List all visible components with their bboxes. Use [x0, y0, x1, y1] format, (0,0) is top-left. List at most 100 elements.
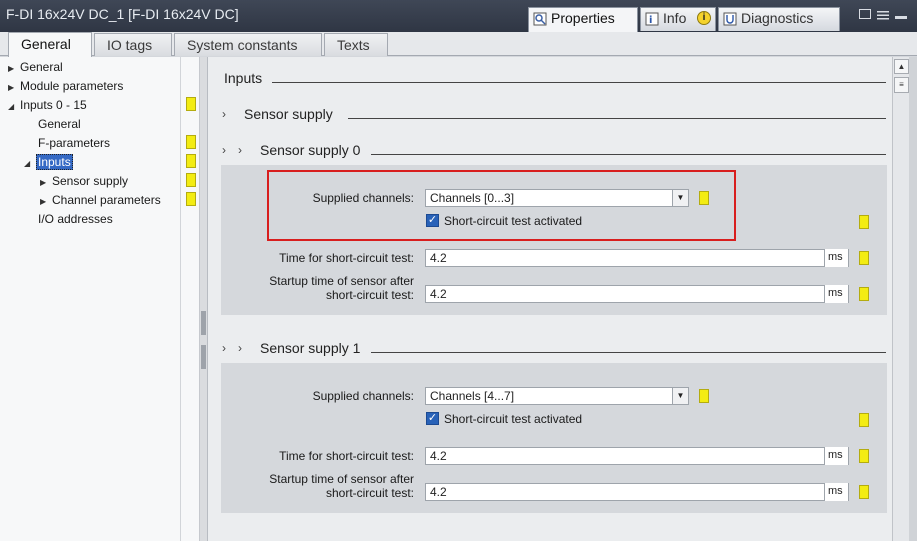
- startup-time-label-line1: Startup time of sensor after: [269, 472, 414, 486]
- startup-time-value: 4.2: [430, 485, 447, 499]
- short-circuit-test-checkbox[interactable]: ✓: [426, 214, 439, 227]
- tree-item-label: Channel parameters: [52, 193, 161, 207]
- collapse-arrow-icon[interactable]: ◢: [24, 155, 36, 173]
- splitter-grip-icon[interactable]: [201, 345, 206, 369]
- splitter-grip-icon[interactable]: [201, 311, 206, 335]
- status-marker: [186, 135, 196, 149]
- chevron-right-icon[interactable]: ›: [222, 341, 226, 355]
- supplied-channels-select[interactable]: Channels [0...3] ▼: [425, 189, 689, 207]
- minimize-icon[interactable]: [895, 16, 907, 19]
- time-short-circuit-value: 4.2: [430, 251, 447, 265]
- inputs-heading: Inputs: [224, 70, 263, 86]
- svg-text:i: i: [649, 15, 652, 26]
- expand-arrow-icon[interactable]: ▶: [8, 60, 20, 78]
- time-short-circuit-input[interactable]: 4.2 ms: [425, 249, 849, 267]
- tree-item-label: General: [38, 117, 81, 131]
- time-short-circuit-label: Time for short-circuit test:: [279, 449, 414, 463]
- info-icon: i: [645, 12, 659, 26]
- menu-icon[interactable]: [877, 9, 889, 20]
- sensor-supply-heading[interactable]: Sensor supply: [244, 106, 333, 122]
- tree-item-label: General: [20, 60, 63, 74]
- scroll-thumb[interactable]: ≡: [894, 77, 909, 93]
- expand-arrow-icon[interactable]: ▶: [40, 193, 52, 211]
- tree-item-general[interactable]: ▶ General: [8, 58, 63, 76]
- navigation-tree: ▶ General ▶ Module parameters ◢ Inputs 0 - …: [0, 57, 200, 541]
- tab-system-constants[interactable]: System constants: [174, 33, 322, 56]
- tree-item-label: Sensor supply: [52, 174, 129, 188]
- startup-time-label: Startup time of sensor after short-circu…: [221, 274, 414, 302]
- expand-arrow-icon[interactable]: ▶: [8, 79, 20, 97]
- startup-time-label-line2: short-circuit test:: [325, 486, 414, 500]
- collapse-arrow-icon[interactable]: ◢: [8, 98, 20, 116]
- status-marker: [859, 413, 869, 427]
- status-marker: [186, 97, 196, 111]
- status-marker: [186, 173, 196, 187]
- tree-item-label: I/O addresses: [38, 212, 113, 226]
- diagnostics-icon: [723, 12, 737, 26]
- startup-time-input[interactable]: 4.2 ms: [425, 285, 849, 303]
- sensor-supply-1-panel: Supplied channels: Channels [4...7] ▼ ✓ …: [221, 363, 887, 513]
- divider: [371, 154, 886, 155]
- status-marker: [859, 485, 869, 499]
- unit-label: ms: [824, 285, 848, 303]
- vertical-scrollbar[interactable]: ▲ ≡: [892, 57, 909, 541]
- tree-item-inputs-general[interactable]: General: [38, 115, 81, 133]
- tree-item-label: Inputs: [36, 154, 73, 170]
- tab-properties-label: Properties: [551, 10, 615, 26]
- status-marker: [186, 154, 196, 168]
- tree-item-inputs[interactable]: ◢ Inputs: [24, 153, 73, 171]
- time-short-circuit-value: 4.2: [430, 449, 447, 463]
- time-short-circuit-input[interactable]: 4.2 ms: [425, 447, 849, 465]
- tree-item-module-parameters[interactable]: ▶ Module parameters: [8, 77, 123, 95]
- splitter[interactable]: [200, 57, 208, 541]
- tab-general[interactable]: General: [8, 32, 92, 57]
- chevron-down-icon[interactable]: ▼: [672, 190, 688, 206]
- short-circuit-test-checkbox[interactable]: ✓: [426, 412, 439, 425]
- supplied-channels-label: Supplied channels:: [312, 191, 414, 205]
- status-marker: [859, 251, 869, 265]
- supplied-channels-label: Supplied channels:: [312, 389, 414, 403]
- tree-item-channel-parameters[interactable]: ▶ Channel parameters: [40, 191, 161, 209]
- status-marker: [699, 389, 709, 403]
- status-marker: [699, 191, 709, 205]
- startup-time-input[interactable]: 4.2 ms: [425, 483, 849, 501]
- unit-label: ms: [824, 447, 848, 465]
- restore-window-icon[interactable]: [859, 9, 871, 19]
- tab-diagnostics-label: Diagnostics: [741, 10, 814, 26]
- sensor-supply-0-panel: Supplied channels: Channels [0...3] ▼ ✓ …: [221, 165, 887, 315]
- tree-item-sensor-supply[interactable]: ▶ Sensor supply: [40, 172, 128, 190]
- properties-icon: [533, 12, 547, 26]
- content-panel: Inputs › Sensor supply › › Sensor supply…: [208, 57, 892, 541]
- main-tabs: General IO tags System constants Texts: [0, 32, 917, 57]
- tree-item-inputs-0-15[interactable]: ◢ Inputs 0 - 15: [8, 96, 87, 114]
- tree-item-f-parameters[interactable]: F-parameters: [38, 134, 110, 152]
- sensor-supply-0-heading[interactable]: Sensor supply 0: [260, 142, 360, 158]
- tab-diagnostics[interactable]: Diagnostics: [718, 7, 840, 31]
- chevron-right-icon[interactable]: ›: [238, 341, 242, 355]
- supplied-channels-select[interactable]: Channels [4...7] ▼: [425, 387, 689, 405]
- tree-item-io-addresses[interactable]: I/O addresses: [38, 210, 113, 228]
- expand-arrow-icon[interactable]: ▶: [40, 174, 52, 192]
- tree-item-label: Inputs 0 - 15: [20, 98, 87, 112]
- divider: [272, 82, 886, 83]
- status-marker: [859, 449, 869, 463]
- short-circuit-test-label: Short-circuit test activated: [444, 214, 583, 228]
- startup-time-label-line2: short-circuit test:: [325, 288, 414, 302]
- time-short-circuit-label: Time for short-circuit test:: [279, 251, 414, 265]
- tab-info-label: Info: [663, 10, 687, 26]
- chevron-right-icon[interactable]: ›: [238, 143, 242, 157]
- tab-io-tags[interactable]: IO tags: [94, 33, 172, 56]
- chevron-right-icon[interactable]: ›: [222, 107, 226, 121]
- tab-info[interactable]: i Info i: [640, 7, 716, 31]
- tab-texts[interactable]: Texts: [324, 33, 388, 56]
- window-title: F-DI 16x24V DC_1 [F-DI 16x24V DC]: [6, 6, 239, 22]
- unit-label: ms: [824, 483, 848, 501]
- chevron-right-icon[interactable]: ›: [222, 143, 226, 157]
- status-marker: [186, 192, 196, 206]
- startup-time-value: 4.2: [430, 287, 447, 301]
- tab-properties[interactable]: Properties: [528, 7, 638, 32]
- divider: [371, 352, 886, 353]
- sensor-supply-1-heading[interactable]: Sensor supply 1: [260, 340, 360, 356]
- scroll-up-icon[interactable]: ▲: [894, 59, 909, 74]
- chevron-down-icon[interactable]: ▼: [672, 388, 688, 404]
